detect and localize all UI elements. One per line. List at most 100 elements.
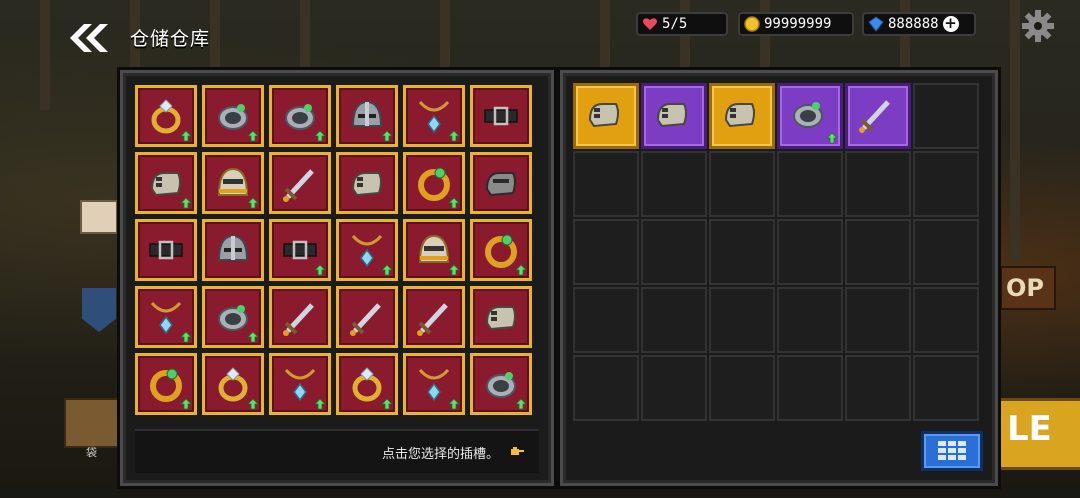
belt-icon (484, 106, 518, 126)
hint-bar: 点击您选择的插槽。 (135, 429, 539, 473)
inventory-slot[interactable] (135, 286, 197, 348)
equipped-slot[interactable] (845, 83, 911, 149)
inventory-slot[interactable] (202, 219, 264, 281)
inventory-slot[interactable] (269, 219, 331, 281)
empty-slot[interactable] (913, 219, 979, 285)
sword-icon (283, 169, 314, 202)
gauntlet-icon (351, 172, 382, 197)
empty-slot[interactable] (641, 219, 707, 285)
double-chevron-left-icon (70, 24, 108, 52)
gem-icon (868, 16, 884, 32)
equipped-slot[interactable] (641, 83, 707, 149)
page-title: 仓储仓库 (130, 28, 211, 50)
grid-view-button[interactable] (921, 431, 983, 471)
gold-counter: 99999999 (738, 12, 854, 36)
inventory-slot[interactable] (202, 353, 264, 415)
background-yellow-button: LE (998, 398, 1080, 470)
upgrade-arrow-icon (314, 264, 326, 276)
equipped-slot[interactable] (709, 83, 775, 149)
empty-slot[interactable] (777, 287, 843, 353)
upgrade-arrow-icon (448, 130, 460, 142)
pointing-hand-icon (511, 447, 524, 455)
background-shield (82, 288, 116, 332)
hearts-value: 5/5 (662, 16, 688, 32)
inventory-slot[interactable] (403, 85, 465, 147)
empty-slot[interactable] (913, 287, 979, 353)
empty-slot[interactable] (709, 219, 775, 285)
inventory-slot[interactable] (269, 85, 331, 147)
back-button[interactable] (66, 20, 114, 56)
inventory-slot[interactable] (202, 286, 264, 348)
empty-slot[interactable] (709, 355, 775, 421)
empty-slot[interactable] (573, 151, 639, 217)
inventory-slot[interactable] (135, 85, 197, 147)
gauntlet-icon (724, 103, 755, 128)
inventory-slot[interactable] (403, 353, 465, 415)
gauntlet-icon (656, 103, 687, 128)
empty-slot[interactable] (709, 151, 775, 217)
inventory-slot[interactable] (470, 85, 532, 147)
upgrade-arrow-icon (448, 398, 460, 410)
upgrade-arrow-icon (247, 398, 259, 410)
empty-slot[interactable] (777, 151, 843, 217)
empty-slot[interactable] (709, 287, 775, 353)
upgrade-arrow-icon (515, 264, 527, 276)
empty-slot[interactable] (573, 355, 639, 421)
empty-slot[interactable] (777, 219, 843, 285)
inventory-grid (135, 85, 532, 415)
empty-slot[interactable] (573, 287, 639, 353)
empty-slot[interactable] (845, 151, 911, 217)
inventory-slot[interactable] (336, 219, 398, 281)
empty-slot[interactable] (777, 355, 843, 421)
inventory-slot[interactable] (336, 286, 398, 348)
inventory-slot[interactable] (202, 152, 264, 214)
inventory-slot[interactable] (135, 219, 197, 281)
inventory-slot[interactable] (336, 353, 398, 415)
equipped-slot[interactable] (777, 83, 843, 149)
upgrade-arrow-icon (247, 197, 259, 209)
gold-value: 99999999 (764, 16, 832, 32)
inventory-slot[interactable] (269, 152, 331, 214)
plus-icon[interactable]: + (942, 16, 959, 32)
empty-slot[interactable] (845, 355, 911, 421)
empty-slot[interactable] (573, 219, 639, 285)
background-bag-button: 袋 (64, 398, 126, 459)
empty-slot[interactable] (845, 287, 911, 353)
empty-slot[interactable] (913, 151, 979, 217)
inventory-slot[interactable] (470, 152, 532, 214)
grid-view-icon (938, 441, 966, 460)
sword-icon (417, 303, 448, 336)
gear-icon[interactable] (1020, 8, 1056, 44)
inventory-slot[interactable] (470, 219, 532, 281)
inventory-slot[interactable] (403, 286, 465, 348)
upgrade-arrow-icon (314, 130, 326, 142)
belt-icon (149, 240, 183, 260)
empty-slot[interactable] (913, 355, 979, 421)
upgrade-arrow-icon (826, 132, 838, 144)
inventory-slot[interactable] (336, 85, 398, 147)
empty-slot[interactable] (641, 287, 707, 353)
equipped-grid (573, 83, 979, 421)
inventory-slot[interactable] (135, 353, 197, 415)
empty-slot[interactable] (845, 219, 911, 285)
upgrade-arrow-icon (180, 197, 192, 209)
inventory-slot[interactable] (336, 152, 398, 214)
inventory-slot[interactable] (403, 152, 465, 214)
empty-slot[interactable] (641, 355, 707, 421)
hearts-counter: 5/5 (636, 12, 728, 36)
empty-slot[interactable] (913, 83, 979, 149)
inventory-slot[interactable] (269, 286, 331, 348)
inventory-slot[interactable] (202, 85, 264, 147)
inventory-slot[interactable] (135, 152, 197, 214)
equipped-slot[interactable] (573, 83, 639, 149)
background-shop-sign: OP (1000, 266, 1056, 310)
gauntlet-icon (588, 103, 619, 128)
inventory-slot[interactable] (470, 286, 532, 348)
upgrade-arrow-icon (314, 398, 326, 410)
gems-counter[interactable]: 888888 + (862, 12, 976, 36)
equipped-panel (560, 70, 998, 486)
inventory-slot[interactable] (470, 353, 532, 415)
inventory-slot[interactable] (403, 219, 465, 281)
inventory-slot[interactable] (269, 353, 331, 415)
empty-slot[interactable] (641, 151, 707, 217)
